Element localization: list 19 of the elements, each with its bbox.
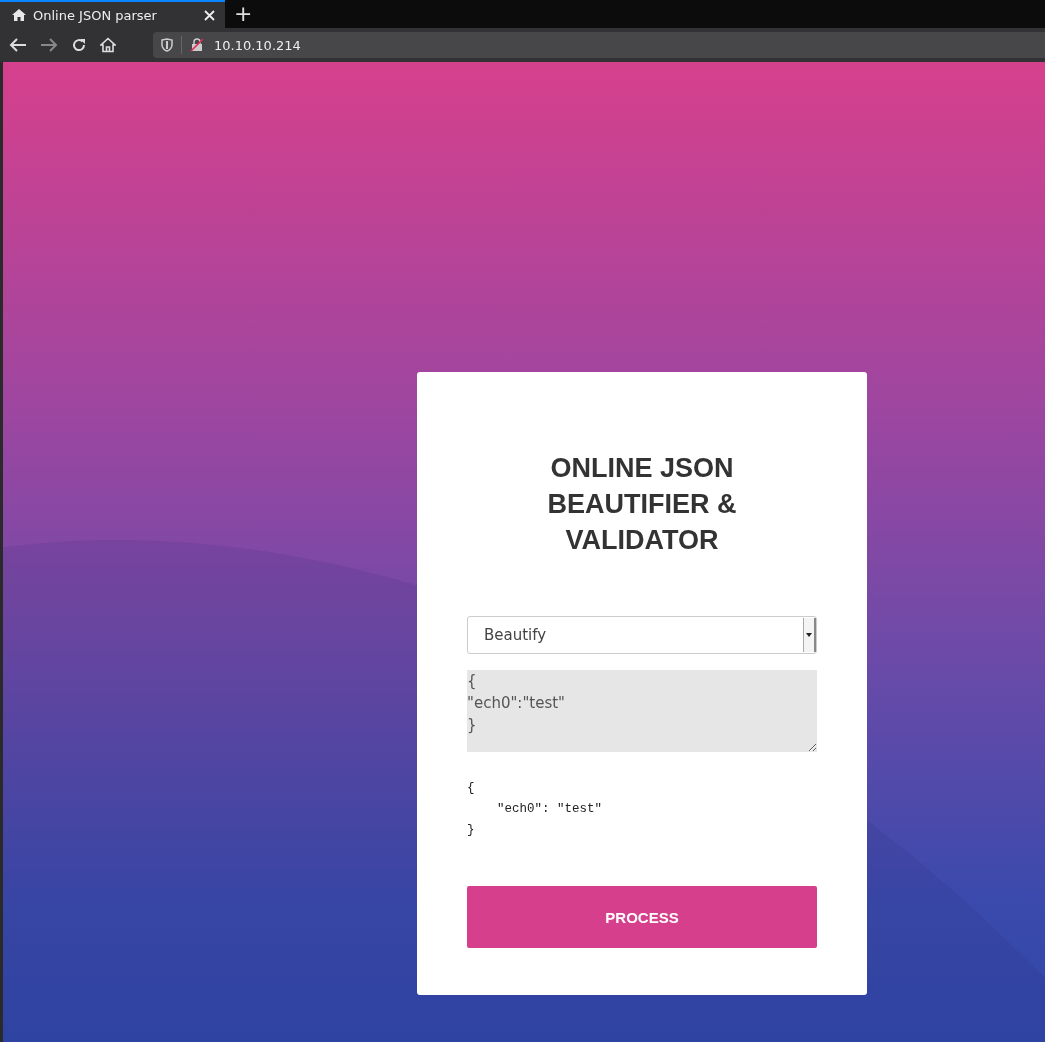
mode-select[interactable]: Beautify xyxy=(467,616,817,654)
new-tab-button[interactable]: + xyxy=(225,0,262,28)
home-icon[interactable] xyxy=(100,37,116,53)
tab-title: Online JSON parser xyxy=(33,7,158,23)
json-input-field[interactable]: { "ech0":"test" } xyxy=(467,670,817,752)
close-icon[interactable] xyxy=(204,9,215,21)
browser-tab[interactable]: Online JSON parser xyxy=(0,0,225,28)
json-output: { "ech0": "test" } xyxy=(467,780,604,839)
url-text: 10.10.10.214 xyxy=(214,37,301,53)
address-bar[interactable]: 10.10.10.214 xyxy=(153,32,1045,58)
back-arrow-icon[interactable] xyxy=(9,38,27,52)
home-icon xyxy=(12,9,26,21)
process-button[interactable]: PROCESS xyxy=(467,886,817,948)
forward-arrow-icon[interactable] xyxy=(40,38,58,52)
shield-icon xyxy=(161,38,173,52)
page-heading: ONLINE JSON BEAUTIFIER & VALIDATOR xyxy=(546,452,738,557)
reload-icon[interactable] xyxy=(71,37,87,53)
crossed-lock-icon xyxy=(190,38,204,52)
dropdown-caret-icon xyxy=(806,633,812,637)
